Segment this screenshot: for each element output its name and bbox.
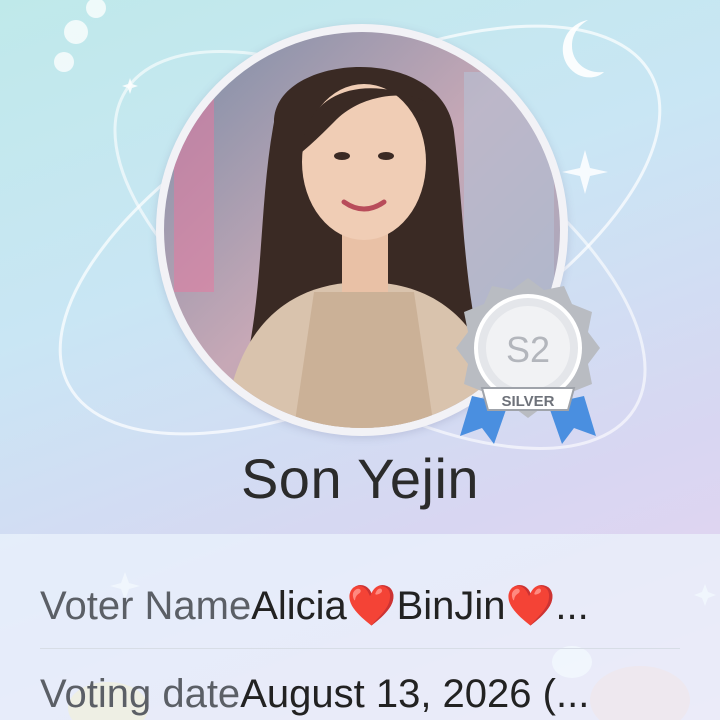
voter-name-row: Voter NameAlicia❤️BinJin❤️... [40, 582, 680, 629]
voter-name-label: Voter Name [40, 584, 252, 628]
badge-label: SILVER [501, 393, 554, 410]
voter-name-value: Alicia❤️BinJin❤️... [251, 584, 589, 628]
badge-logo-text: S2 [506, 329, 550, 370]
voting-date-row: Voting dateAugust 13, 2026 (... [40, 672, 680, 717]
profile-name: Son Yejin [240, 447, 480, 510]
moon-icon [562, 20, 604, 78]
voting-date-value: August 13, 2026 (... [240, 672, 590, 716]
silver-medal-icon: S2 SILVER [456, 278, 600, 444]
voting-date-label: Voting date [40, 672, 241, 716]
divider [40, 648, 680, 649]
